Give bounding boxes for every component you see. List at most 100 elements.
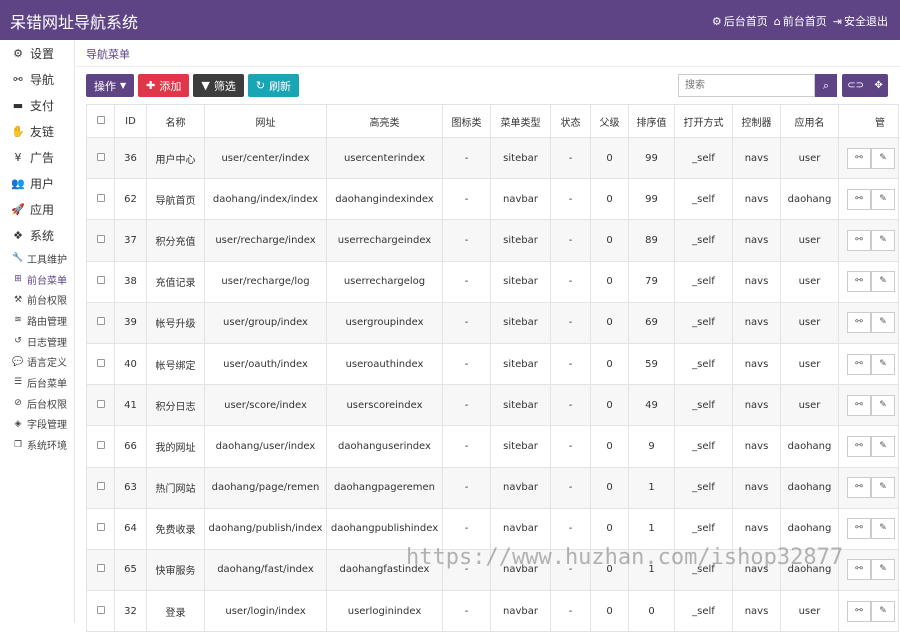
view-toggle-buttons[interactable]: ⊂⊃ ✥	[842, 74, 888, 97]
sidebar-item-1[interactable]: ⚯ 导航	[0, 66, 74, 92]
sidebar-subitem-6[interactable]: ☰ 后台菜单	[0, 372, 74, 393]
edit-icon[interactable]: ✎	[871, 559, 895, 581]
sidebar-item-6[interactable]: 🚀 应用	[0, 196, 74, 222]
sidebar-subitem-0[interactable]: 🔧 工具维护	[0, 248, 74, 269]
link-icon[interactable]: ⚯	[847, 147, 871, 169]
filter-button[interactable]: ▼ 筛选	[193, 74, 244, 97]
row-checkbox[interactable]	[96, 564, 105, 573]
edit-icon[interactable]: ✎	[871, 271, 895, 293]
table-row: 40 帐号绑定 user/oauth/index useroauthindex - sit…	[86, 342, 899, 386]
refresh-button[interactable]: ↻ 刷新	[247, 74, 300, 97]
row-checkbox-cell[interactable]	[86, 590, 115, 632]
add-button[interactable]: ✚ 添加	[138, 74, 190, 97]
row-checkbox-cell[interactable]	[86, 260, 115, 303]
search-input[interactable]	[678, 74, 815, 97]
link-icon[interactable]: ⚯	[847, 518, 871, 540]
cell-controller: navs	[732, 219, 781, 262]
admin-home-link[interactable]: ⚙ 后台首页	[712, 13, 768, 29]
edit-icon[interactable]: ✎	[871, 188, 895, 210]
row-actions: ⚯ ✎	[838, 136, 899, 180]
sidebar-item-0[interactable]: ⚙ 设置	[0, 40, 74, 66]
row-checkbox[interactable]	[96, 276, 105, 285]
row-checkbox-cell[interactable]	[86, 136, 115, 180]
sidebar-item-7[interactable]: ❖ 系统	[0, 222, 74, 248]
row-checkbox-cell[interactable]	[86, 466, 115, 509]
link-icon[interactable]: ⚯	[847, 394, 871, 416]
row-checkbox[interactable]	[96, 358, 105, 367]
cell-id: 64	[114, 507, 147, 550]
row-checkbox-cell[interactable]	[86, 384, 115, 427]
cell-icon: -	[442, 178, 491, 221]
cell-sort: 1	[628, 548, 675, 592]
sidebar-subitem-2[interactable]: ⚒ 前台权限	[0, 289, 74, 310]
cell-highlight: daohangpageremen	[326, 466, 443, 509]
row-checkbox-cell[interactable]	[86, 301, 115, 344]
row-checkbox[interactable]	[96, 193, 105, 202]
row-checkbox[interactable]	[96, 440, 105, 449]
row-checkbox-cell[interactable]	[86, 178, 115, 221]
sidebar-subitem-1[interactable]: ⊞ 前台菜单	[0, 269, 74, 290]
sidebar-subitem-8[interactable]: ◈ 字段管理	[0, 414, 74, 435]
sidebar-item-5[interactable]: 👥 用户	[0, 170, 74, 196]
row-checkbox[interactable]	[96, 523, 105, 532]
row-checkbox[interactable]	[96, 399, 105, 408]
link-icon[interactable]: ⚯	[847, 353, 871, 375]
row-checkbox-cell[interactable]	[86, 342, 115, 386]
select-all-checkbox[interactable]	[96, 115, 105, 124]
link-icon[interactable]: ⚯	[847, 600, 871, 622]
cell-controller: navs	[732, 260, 781, 303]
cell-url: daohang/fast/index	[204, 548, 327, 592]
sidebar-item-3[interactable]: ✋ 友链	[0, 118, 74, 144]
sidebar-subitem-label: 字段管理	[27, 420, 67, 432]
link-icon[interactable]: ⚯	[847, 477, 871, 499]
toggle-icon[interactable]: ⊂⊃	[847, 80, 864, 91]
edit-icon[interactable]: ✎	[871, 312, 895, 334]
edit-icon[interactable]: ✎	[871, 394, 895, 416]
sidebar-subitem-9[interactable]: ❐ 系统环境	[0, 434, 74, 455]
link-icon[interactable]: ⚯	[847, 271, 871, 293]
operate-dropdown-button[interactable]: 操作 ▼	[86, 74, 135, 97]
row-checkbox[interactable]	[96, 605, 105, 614]
sidebar-subitem-7[interactable]: ⊘ 后台权限	[0, 393, 74, 414]
cell-name: 用户中心	[146, 136, 205, 180]
search-button[interactable]: ⌕	[815, 74, 837, 97]
cell-open: _self	[674, 384, 733, 427]
link-icon[interactable]: ⚯	[847, 188, 871, 210]
sidebar-subitem-3[interactable]: ≋ 路由管理	[0, 310, 74, 331]
cell-type: sitebar	[490, 136, 551, 180]
edit-icon[interactable]: ✎	[871, 600, 895, 622]
row-checkbox-cell[interactable]	[86, 425, 115, 468]
link-icon[interactable]: ⚯	[847, 559, 871, 581]
row-checkbox-cell[interactable]	[86, 507, 115, 550]
front-home-link[interactable]: ⌂ 前台首页	[774, 13, 827, 29]
row-checkbox[interactable]	[96, 152, 105, 161]
link-icon[interactable]: ⚯	[847, 435, 871, 457]
row-checkbox[interactable]	[96, 317, 105, 326]
edit-icon[interactable]: ✎	[871, 477, 895, 499]
edit-icon[interactable]: ✎	[871, 229, 895, 251]
cell-highlight: daohanguserindex	[326, 425, 443, 468]
row-checkbox-cell[interactable]	[86, 219, 115, 262]
sidebar-subitem-4[interactable]: ↺ 日志管理	[0, 331, 74, 352]
link-icon[interactable]: ⚯	[847, 229, 871, 251]
fullscreen-icon[interactable]: ✥	[874, 80, 882, 91]
cell-highlight: userloginindex	[326, 590, 443, 632]
edit-icon[interactable]: ✎	[871, 147, 895, 169]
sidebar-subitem-5[interactable]: 💬 语言定义	[0, 351, 74, 372]
select-all-checkbox-cell[interactable]	[86, 104, 115, 138]
sidebar-item-4[interactable]: ¥ 广告	[0, 144, 74, 170]
row-checkbox-cell[interactable]	[86, 548, 115, 592]
sidebar-item-2[interactable]: ▬ 支付	[0, 92, 74, 118]
row-checkbox[interactable]	[96, 234, 105, 243]
nav-menu-table: ID 名称 网址 高亮类 图标类 菜单类型 状态 父级 排序值 打开方式 控制器 应用名管 36 用户中…	[86, 104, 899, 632]
link-icon[interactable]: ⚯	[847, 312, 871, 334]
gears-icon: ⚙	[13, 46, 23, 60]
breadcrumb[interactable]: 导航菜单	[86, 46, 130, 62]
edit-icon[interactable]: ✎	[871, 353, 895, 375]
logout-link[interactable]: ⇥ 安全退出	[833, 13, 888, 29]
logout-icon: ⇥	[832, 14, 842, 28]
cell-parent: 0	[590, 178, 629, 221]
edit-icon[interactable]: ✎	[871, 435, 895, 457]
row-checkbox[interactable]	[96, 482, 105, 491]
edit-icon[interactable]: ✎	[871, 518, 895, 540]
